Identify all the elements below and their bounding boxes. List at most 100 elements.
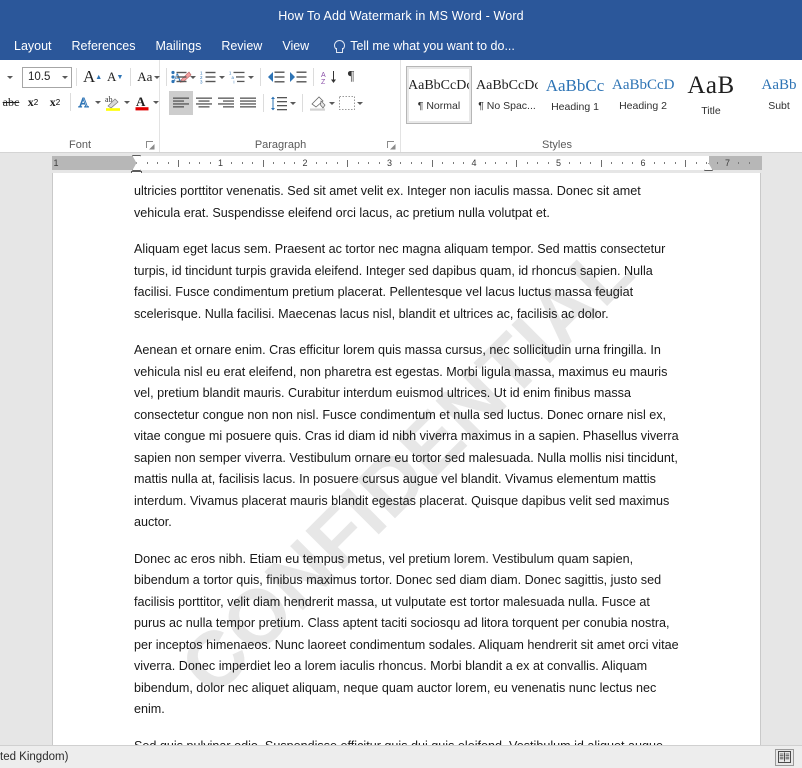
ruler-tick — [600, 160, 602, 167]
style-heading-1[interactable]: AaBbCc Heading 1 — [542, 66, 608, 124]
ruler-tick — [685, 160, 687, 167]
tab-view[interactable]: View — [272, 36, 319, 56]
bullets-icon[interactable] — [169, 66, 198, 88]
font-size-combo[interactable]: 10.5 — [22, 66, 72, 88]
ruler-tick — [167, 162, 169, 164]
ruler-tick — [347, 160, 349, 167]
change-case-icon[interactable]: Aa — [135, 66, 162, 88]
borders-icon[interactable] — [337, 92, 365, 114]
superscript-icon[interactable]: x2 — [44, 91, 66, 113]
document-body[interactable]: ultricies porttitor venenatis. Sed sit a… — [134, 181, 679, 745]
ruler-tick — [326, 162, 328, 164]
justify-icon[interactable] — [237, 92, 259, 114]
decrease-indent-icon[interactable] — [265, 66, 287, 88]
language-status[interactable]: ted Kingdom) — [0, 751, 68, 763]
chevron-down-icon — [62, 75, 68, 79]
ruler-tick — [157, 162, 159, 164]
ruler-tick — [738, 162, 740, 164]
ruler-tick — [241, 162, 243, 164]
tell-me-search[interactable]: Tell me what you want to do... — [325, 36, 523, 56]
ruler-tick — [231, 162, 233, 164]
subscript-icon[interactable]: x2 — [22, 91, 44, 113]
style-sample: AaBbCcD — [612, 78, 674, 93]
grow-font-icon[interactable]: A ▲ — [81, 66, 104, 88]
multilevel-list-icon[interactable]: 1 a i — [227, 66, 256, 88]
ruler-tick — [706, 162, 708, 164]
numbering-icon[interactable]: 1 2 3 — [198, 66, 227, 88]
ruler-tick — [569, 162, 571, 164]
style-normal[interactable]: AaBbCcDc ¶ Normal — [406, 66, 472, 124]
align-right-icon[interactable] — [215, 92, 237, 114]
ruler-tick — [294, 162, 296, 164]
ruler-tick — [146, 162, 148, 164]
group-label-styles: Styles — [542, 139, 572, 151]
ruler-tick — [484, 162, 486, 164]
ruler-number: 6 — [640, 158, 646, 168]
ruler-tick — [336, 162, 338, 164]
ruler-tick — [283, 162, 285, 164]
font-color-icon[interactable]: A — [132, 91, 161, 113]
ruler-tick — [716, 162, 718, 164]
ribbon-group-paragraph: 1 2 3 1 a i A Z ¶ Paragraph — [161, 60, 401, 152]
tab-references[interactable]: References — [62, 36, 146, 56]
ruler-tick — [421, 162, 423, 164]
ruler-tick — [611, 162, 613, 164]
svg-text:Z: Z — [321, 79, 326, 85]
document-title: How To Add Watermark in MS Word - Word — [278, 9, 524, 23]
show-formatting-marks-icon[interactable]: ¶ — [340, 66, 362, 88]
ruler-tick — [526, 162, 528, 164]
style-name: Title — [701, 105, 721, 117]
style-no-spacing[interactable]: AaBbCcDc ¶ No Spac... — [474, 66, 540, 124]
style-heading-2[interactable]: AaBbCcD Heading 2 — [610, 66, 676, 124]
tab-review[interactable]: Review — [211, 36, 272, 56]
read-mode-icon[interactable] — [775, 748, 794, 766]
paragraph: Aenean et ornare enim. Cras efficitur lo… — [134, 343, 679, 529]
ruler-tick — [495, 162, 497, 164]
paragraph: Donec ac eros nibh. Etiam eu tempus metu… — [134, 551, 679, 717]
svg-text:A: A — [321, 72, 326, 79]
ruler-tick — [252, 162, 254, 164]
tab-layout[interactable]: Layout — [4, 36, 62, 56]
align-center-icon[interactable] — [193, 92, 215, 114]
document-canvas[interactable]: CONFIDENTIAL ultricies porttitor venenat… — [0, 173, 802, 745]
increase-indent-icon[interactable] — [287, 66, 309, 88]
ruler-number: 3 — [386, 158, 393, 168]
group-label-font: Font — [68, 139, 91, 151]
line-spacing-icon[interactable] — [268, 92, 298, 114]
paragraph: Aliquam eget lacus sem. Praesent ac tort… — [134, 242, 666, 321]
sort-icon[interactable]: A Z — [318, 66, 340, 88]
text-highlight-color-icon[interactable]: ab — [103, 91, 132, 113]
style-title[interactable]: AaB Title — [678, 66, 744, 124]
horizontal-ruler[interactable]: 1 2 3 4 5 6 7 1 — [52, 155, 762, 177]
ruler-number: 1 — [53, 158, 59, 168]
ruler-tick — [695, 162, 697, 164]
style-subtitle[interactable]: AaBb Subt — [746, 66, 802, 124]
paragraph-dialog-launcher[interactable] — [387, 141, 396, 150]
style-sample: AaBbCcDc — [408, 78, 470, 93]
style-name: Heading 1 — [551, 101, 599, 113]
font-dialog-launcher[interactable] — [146, 141, 155, 150]
style-name: Subt — [768, 100, 790, 112]
ruler-tick — [188, 162, 190, 164]
font-name-dropdown-arrow[interactable] — [0, 66, 22, 88]
text-effects-icon[interactable]: A — [75, 91, 103, 113]
ruler-tick — [357, 162, 359, 164]
ruler-tick — [463, 162, 465, 164]
title-bar: How To Add Watermark in MS Word - Word — [0, 0, 802, 32]
tab-mailings[interactable]: Mailings — [145, 36, 211, 56]
shrink-font-icon[interactable]: A ▼ — [104, 66, 126, 88]
shading-icon[interactable] — [307, 92, 337, 114]
align-left-icon[interactable] — [169, 91, 193, 115]
font-size-value: 10.5 — [28, 71, 51, 83]
ruler-tick — [674, 162, 676, 164]
ruler-tick — [315, 162, 317, 164]
ruler-tick — [431, 160, 433, 167]
ruler-tick — [748, 162, 750, 164]
style-name: ¶ Normal — [417, 99, 461, 112]
document-page[interactable]: CONFIDENTIAL ultricies porttitor venenat… — [52, 173, 761, 745]
ruler-tick — [368, 162, 370, 164]
strikethrough-icon[interactable]: abc — [0, 91, 22, 113]
ruler-tick — [505, 162, 507, 164]
ruler-tick — [579, 162, 581, 164]
ruler-tick — [262, 160, 264, 167]
